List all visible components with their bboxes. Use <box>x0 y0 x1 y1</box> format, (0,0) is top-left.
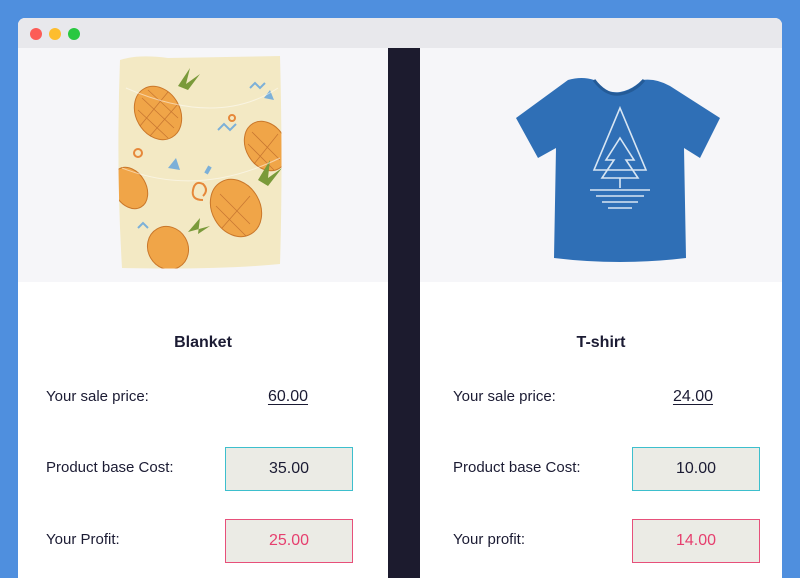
base-cost-field: 35.00 <box>225 447 353 491</box>
pineapple-blanket-image <box>118 56 282 269</box>
browser-window: Blanket Your sale price: 60.00 Product b… <box>18 18 782 578</box>
close-window-button[interactable] <box>30 28 42 40</box>
window-titlebar <box>18 18 782 48</box>
sale-price-value[interactable]: 24.00 <box>647 388 739 406</box>
profit-field: 25.00 <box>225 519 353 563</box>
product-details: T-shirt Your sale price: 24.00 Product b… <box>420 282 782 578</box>
sale-price-label: Your sale price: <box>46 388 149 405</box>
maximize-window-button[interactable] <box>68 28 80 40</box>
product-card-tshirt: T-shirt Your sale price: 24.00 Product b… <box>420 48 782 578</box>
product-card-blanket: Blanket Your sale price: 60.00 Product b… <box>18 48 388 578</box>
base-cost-field: 10.00 <box>632 447 760 491</box>
base-cost-label: Product base Cost: <box>46 459 174 476</box>
product-title: T-shirt <box>576 334 626 351</box>
tshirt-image <box>516 78 720 262</box>
base-cost-label: Product base Cost: <box>453 459 581 476</box>
product-title: Blanket <box>174 334 232 351</box>
profit-label: Your profit: <box>453 531 525 548</box>
profit-label: Your Profit: <box>46 531 120 548</box>
product-details: Blanket Your sale price: 60.00 Product b… <box>18 282 388 578</box>
card-divider <box>388 48 420 578</box>
profit-field: 14.00 <box>632 519 760 563</box>
minimize-window-button[interactable] <box>49 28 61 40</box>
sale-price-label: Your sale price: <box>453 388 556 405</box>
tshirt-image-area <box>420 48 782 282</box>
sale-price-value[interactable]: 60.00 <box>244 388 332 406</box>
blanket-image <box>18 48 388 282</box>
